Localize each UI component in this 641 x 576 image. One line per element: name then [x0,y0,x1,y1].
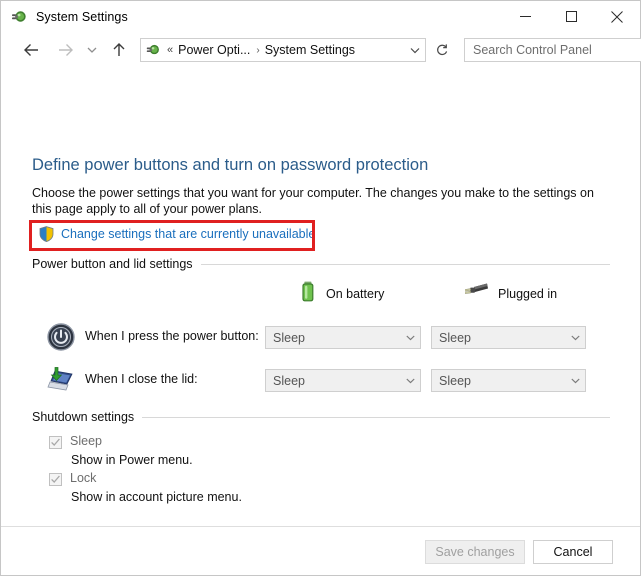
breadcrumb-separator[interactable]: › [256,45,259,56]
column-label-on-battery: On battery [326,287,384,301]
section-divider [142,417,610,418]
combo-close-lid-plugged-in[interactable]: Sleep [431,369,586,392]
chevron-down-icon [409,44,421,56]
back-button[interactable] [19,37,43,63]
title-bar: System Settings [1,1,640,32]
chevron-down-icon[interactable] [400,332,420,343]
combo-value: Sleep [273,331,400,345]
page-title: Define power buttons and turn on passwor… [32,156,428,175]
window-title: System Settings [36,10,128,24]
power-button-icon [46,322,76,352]
breadcrumb-overflow[interactable]: « [167,45,173,56]
change-settings-unavailable-link[interactable]: Change settings that are currently unava… [61,227,315,241]
minimize-button[interactable] [502,1,548,32]
combo-value: Sleep [273,374,400,388]
refresh-button[interactable] [428,37,456,63]
address-bar: « Power Opti... › System Settings [1,32,640,68]
close-icon [611,11,623,23]
recent-pages-chevron-icon [86,44,98,56]
breadcrumb-dropdown-button[interactable] [405,39,425,61]
search-icon[interactable] [636,43,641,57]
uac-link-row[interactable]: Change settings that are currently unava… [39,226,315,242]
breadcrumb-segment-power-options[interactable]: Power Opti... [178,43,250,57]
section-label: Shutdown settings [32,410,142,424]
breadcrumb-segment-system-settings[interactable]: System Settings [265,43,355,57]
column-plugged-in: Plugged in [462,280,557,307]
caption-button-group [502,1,640,32]
recent-pages-button[interactable] [83,37,101,63]
column-label-plugged-in: Plugged in [498,287,557,301]
up-arrow-icon [111,42,127,58]
checkbox-lock[interactable] [49,473,62,486]
chevron-down-icon[interactable] [400,375,420,386]
combo-power-button-plugged-in[interactable]: Sleep [431,326,586,349]
system-settings-window: System Settings [0,0,641,576]
combo-power-button-on-battery[interactable]: Sleep [265,326,421,349]
setting-row-close-lid: When I close the lid: Sleep Sleep [1,363,640,399]
label-when-i-press-power-button: When I press the power button: [85,329,259,343]
chevron-down-icon[interactable] [565,332,585,343]
refresh-icon [435,43,449,57]
checkbox-row-sleep[interactable]: Sleep [49,434,102,449]
minimize-icon [520,11,531,22]
checkbox-description-sleep: Show in Power menu. [71,453,193,467]
power-button-lid-section-header: Power button and lid settings [32,257,610,271]
maximize-icon [566,11,577,22]
battery-icon [298,280,318,307]
footer-bar: Save changes Cancel [1,527,640,575]
cancel-button[interactable]: Cancel [533,540,613,564]
power-plug-icon [462,280,490,307]
section-divider [201,264,610,265]
forward-arrow-icon [57,42,74,58]
close-button[interactable] [594,1,640,32]
checkbox-label-lock: Lock [70,471,96,485]
column-on-battery: On battery [298,280,384,307]
checkbox-sleep[interactable] [49,436,62,449]
page-description: Choose the power settings that you want … [32,185,608,217]
search-input[interactable] [465,42,636,58]
label-when-i-close-lid: When I close the lid: [85,372,198,386]
combo-value: Sleep [439,374,565,388]
back-arrow-icon [23,42,40,58]
setting-row-power-button: When I press the power button: Sleep Sle… [1,320,640,356]
breadcrumb[interactable]: « Power Opti... › System Settings [140,38,426,62]
shutdown-settings-section-header: Shutdown settings [32,410,610,424]
checkmark-icon [50,474,61,485]
forward-button[interactable] [53,37,77,63]
chevron-down-icon[interactable] [565,375,585,386]
power-options-icon [10,8,28,26]
checkmark-icon [50,437,61,448]
combo-value: Sleep [439,331,565,345]
column-headers: On battery Plugged in [1,280,640,306]
combo-close-lid-on-battery[interactable]: Sleep [265,369,421,392]
save-changes-button[interactable]: Save changes [425,540,525,564]
laptop-lid-icon [46,365,76,395]
search-control-panel-box[interactable] [464,38,641,62]
maximize-button[interactable] [548,1,594,32]
shield-icon [39,226,54,242]
up-button[interactable] [107,37,131,63]
checkbox-label-sleep: Sleep [70,434,102,448]
checkbox-description-lock: Show in account picture menu. [71,490,242,504]
section-label: Power button and lid settings [32,257,201,271]
content-area: Define power buttons and turn on passwor… [1,68,640,575]
checkbox-row-lock[interactable]: Lock [49,471,96,486]
power-options-icon [145,42,161,58]
